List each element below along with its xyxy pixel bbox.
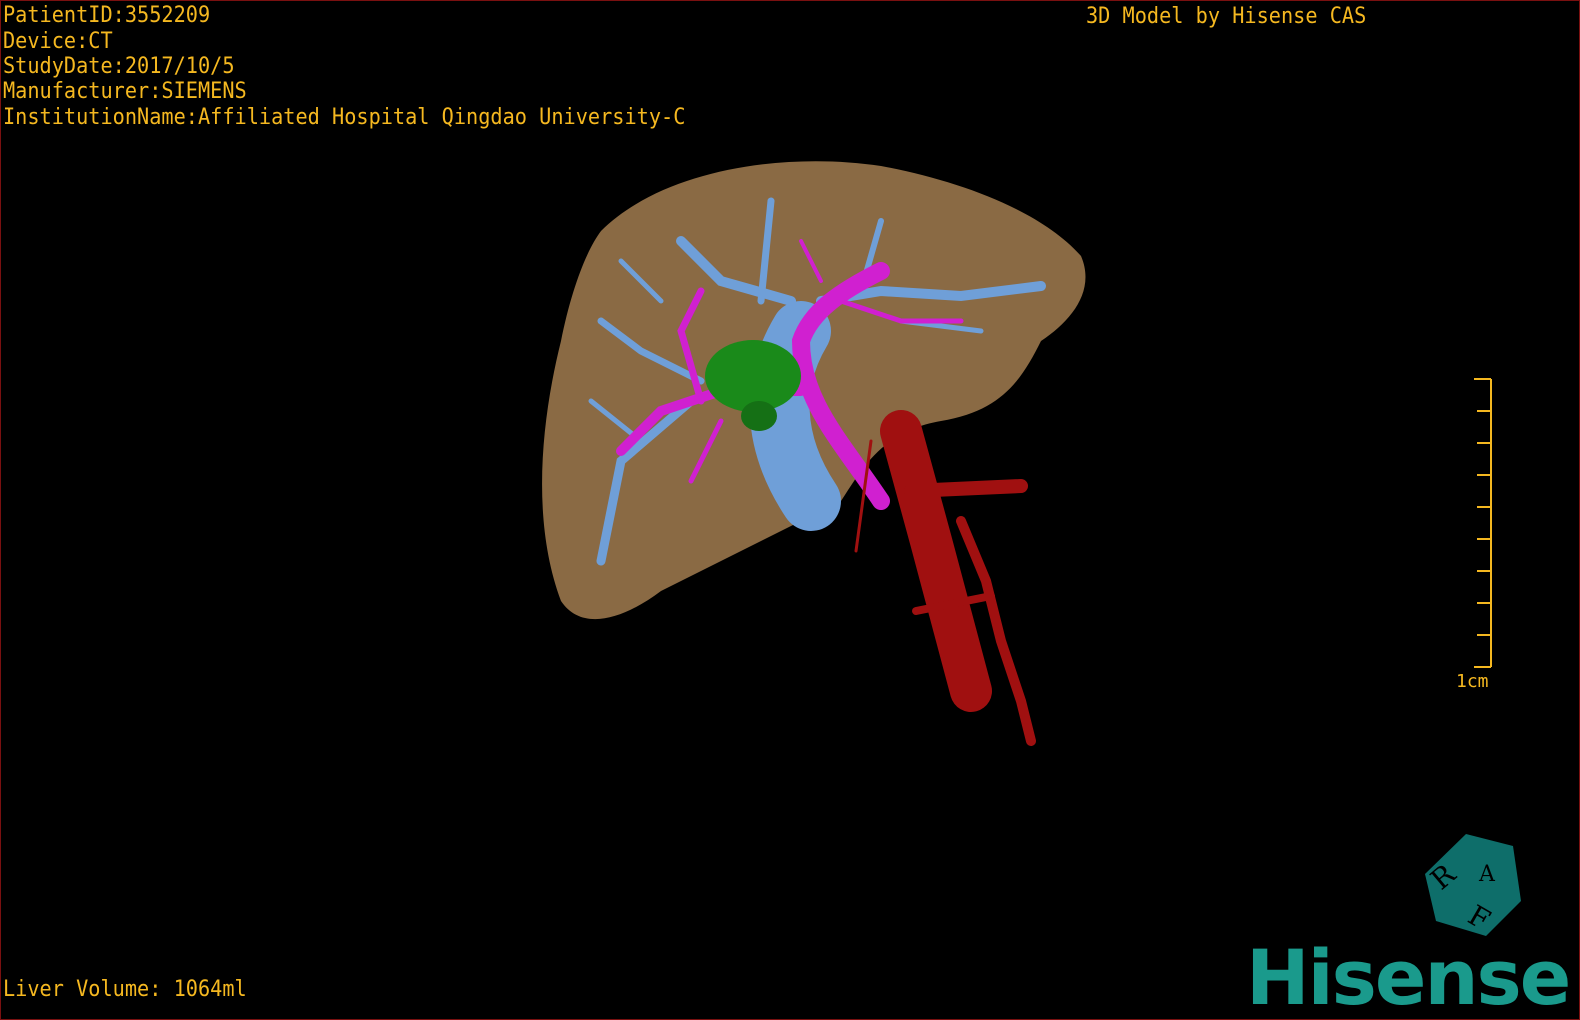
orientation-cube[interactable]: R A F [1424, 834, 1521, 937]
liver-3d-model[interactable]: R A F [1, 1, 1580, 1020]
liver-volume: Liver Volume: 1064ml [3, 977, 247, 1002]
3d-viewport[interactable]: PatientID:3552209 Device:CT StudyDate:20… [0, 0, 1580, 1020]
scale-bar [1474, 378, 1492, 668]
scale-bar-label: 1cm [1456, 671, 1489, 692]
hisense-logo: Hisense [1246, 933, 1571, 1020]
arteries [854, 410, 1036, 746]
cube-label-a: A [1478, 862, 1496, 887]
